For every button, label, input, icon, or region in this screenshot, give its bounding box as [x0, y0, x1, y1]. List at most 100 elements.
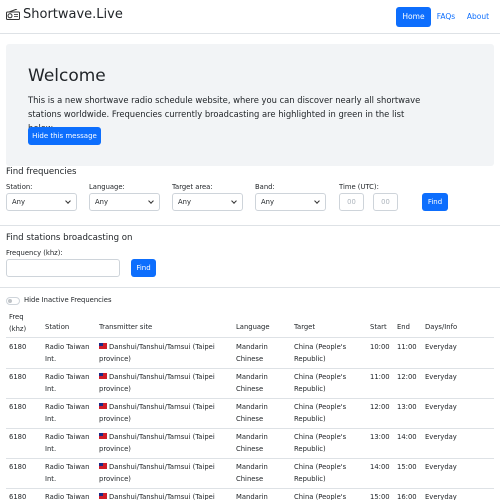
find-frequencies-button[interactable]: Find — [422, 193, 448, 211]
header-end: End — [397, 323, 410, 331]
cell-site: Danshui/Tanshui/Tamsui (Taipeiprovince) — [99, 433, 215, 453]
cell-days: Everyday — [425, 373, 457, 381]
cell-text: Danshui/Tanshui/Tamsui (Taipei — [109, 403, 215, 411]
cell-language: MandarinChinese — [236, 373, 268, 393]
cell-days: Everyday — [425, 493, 457, 500]
cell-freq: 6180 — [9, 493, 27, 500]
cell-days: Everyday — [425, 343, 457, 351]
chevron-down-icon — [65, 198, 71, 204]
hide-inactive-toggle[interactable] — [6, 297, 20, 305]
table-divider — [6, 428, 494, 429]
header-freq: Freq (khz) — [9, 313, 27, 333]
band-select[interactable]: Any — [255, 193, 326, 211]
table-divider — [6, 337, 494, 338]
cell-freq: 6180 — [9, 403, 27, 411]
navbar: Shortwave.Live Home FAQs About — [0, 0, 500, 34]
toggle-knob — [8, 299, 12, 303]
hour-input[interactable]: 00 — [339, 193, 364, 211]
header-days: Days/Info — [425, 323, 458, 331]
cell-start: 15:00 — [370, 493, 390, 500]
header-target: Target — [294, 323, 316, 331]
cell-text: Danshui/Tanshui/Tamsui (Taipei — [109, 373, 215, 381]
taiwan-flag-icon — [99, 343, 107, 349]
cell-site: Danshui/Tanshui/Tamsui (Taipeiprovince) — [99, 343, 215, 363]
cell-language: MandarinChinese — [236, 463, 268, 483]
table-divider — [6, 458, 494, 459]
time-label: Time (UTC): — [339, 183, 379, 191]
welcome-panel: Welcome This is a new shortwave radio sc… — [6, 44, 494, 166]
band-select-value: Any — [261, 198, 274, 206]
nav-faqs[interactable]: FAQs — [434, 7, 458, 27]
cell-start: 14:00 — [370, 463, 390, 471]
taiwan-flag-icon — [99, 463, 107, 469]
cell-site: Danshui/Tanshui/Tamsui (Taipeiprovince) — [99, 403, 215, 423]
cell-station: Radio TaiwanInt. — [45, 403, 90, 423]
brand-name[interactable]: Shortwave.Live — [23, 7, 123, 22]
divider — [0, 287, 500, 288]
divider — [0, 225, 500, 226]
frequency-input[interactable] — [6, 259, 120, 277]
cell-end: 13:00 — [397, 403, 417, 411]
taiwan-flag-icon — [99, 433, 107, 439]
welcome-title: Welcome — [28, 66, 106, 86]
nav-home[interactable]: Home — [396, 7, 431, 27]
cell-end: 16:00 — [397, 493, 417, 500]
brand[interactable]: Shortwave.Live — [6, 7, 123, 22]
cell-site: Danshui/Tanshui/Tamsui (Taipeiprovince) — [99, 373, 215, 393]
cell-text: Danshui/Tanshui/Tamsui (Taipei — [109, 493, 215, 500]
minute-input[interactable]: 00 — [373, 193, 398, 211]
cell-start: 10:00 — [370, 343, 390, 351]
cell-text: Danshui/Tanshui/Tamsui (Taipei — [109, 343, 215, 351]
table-divider — [6, 488, 494, 489]
language-select[interactable]: Any — [89, 193, 160, 211]
target-area-label: Target area: — [172, 183, 213, 191]
cell-end: 11:00 — [397, 343, 417, 351]
band-label: Band: — [255, 183, 275, 191]
hide-message-button[interactable]: Hide this message — [28, 127, 101, 145]
cell-language: MandarinChinese — [236, 343, 268, 363]
cell-station: Radio TaiwanInt. — [45, 343, 90, 363]
cell-days: Everyday — [425, 463, 457, 471]
station-select-value: Any — [12, 198, 25, 206]
language-select-value: Any — [95, 198, 108, 206]
cell-target: China (People'sRepublic) — [294, 403, 347, 423]
cell-days: Everyday — [425, 433, 457, 441]
frequency-label: Frequency (khz): — [6, 249, 63, 257]
cell-site: Danshui/Tanshui/Tamsui (Taipeiprovince) — [99, 491, 215, 500]
nav-about[interactable]: About — [463, 7, 493, 27]
cell-language: MandarinChinese — [236, 433, 268, 453]
language-label: Language: — [89, 183, 125, 191]
find-stations-title: Find stations broadcasting on — [6, 233, 133, 243]
header-transmitter-site: Transmitter site — [99, 323, 153, 331]
taiwan-flag-icon — [99, 373, 107, 379]
target-area-select[interactable]: Any — [172, 193, 243, 211]
cell-text: Danshui/Tanshui/Tamsui (Taipei — [109, 433, 215, 441]
cell-target: China (People'sRepublic) — [294, 373, 347, 393]
station-select[interactable]: Any — [6, 193, 77, 211]
cell-language: MandarinChinese — [236, 493, 268, 500]
cell-target: China (People'sRepublic) — [294, 343, 347, 363]
chevron-down-icon — [231, 198, 237, 204]
header-station: Station — [45, 323, 70, 331]
chevron-down-icon — [314, 198, 320, 204]
header-language: Language — [236, 323, 270, 331]
cell-freq: 6180 — [9, 433, 27, 441]
cell-start: 11:00 — [370, 373, 390, 381]
cell-start: 12:00 — [370, 403, 390, 411]
cell-station: Radio TaiwanInt. — [45, 493, 90, 500]
cell-end: 15:00 — [397, 463, 417, 471]
taiwan-flag-icon — [99, 493, 107, 499]
taiwan-flag-icon — [99, 403, 107, 409]
hide-inactive-label: Hide Inactive Frequencies — [24, 296, 112, 304]
find-frequencies-title: Find frequencies — [6, 167, 77, 177]
radio-icon — [6, 9, 20, 20]
cell-target: China (People'sRepublic) — [294, 493, 347, 500]
cell-text: Danshui/Tanshui/Tamsui (Taipei — [109, 463, 215, 471]
find-stations-button[interactable]: Find — [131, 259, 156, 277]
cell-station: Radio TaiwanInt. — [45, 433, 90, 453]
cell-language: MandarinChinese — [236, 403, 268, 423]
cell-station: Radio TaiwanInt. — [45, 463, 90, 483]
table-divider — [6, 398, 494, 399]
cell-site: Danshui/Tanshui/Tamsui (Taipeiprovince) — [99, 463, 215, 483]
cell-target: China (People'sRepublic) — [294, 463, 347, 483]
